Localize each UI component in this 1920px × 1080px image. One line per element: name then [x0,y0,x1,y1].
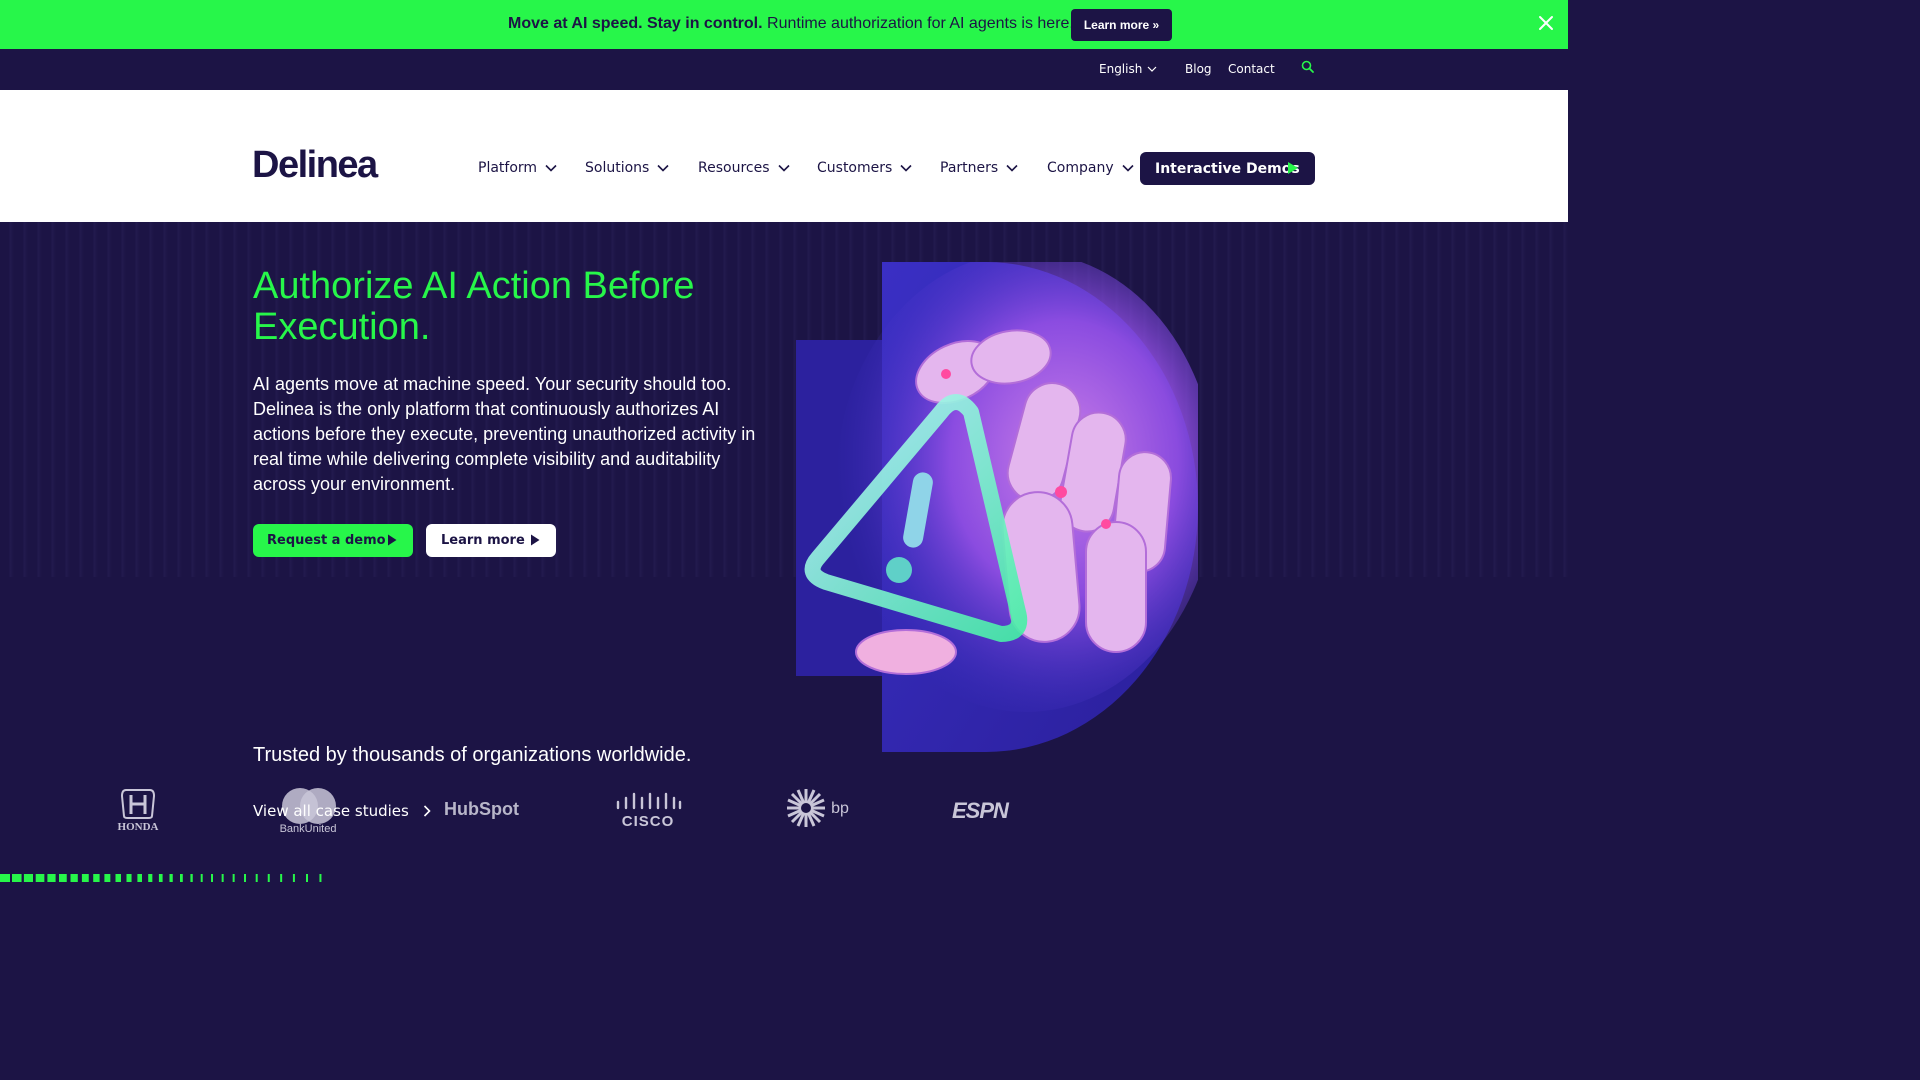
progress-segment [255,874,258,882]
nav-resources[interactable]: Resources [698,160,790,176]
case-studies-label: View all case studies [253,802,409,820]
progress-segment [35,874,45,882]
nav-label: Company [1047,160,1114,176]
play-icon [1288,162,1298,174]
search-icon[interactable] [1300,59,1316,75]
chevron-down-icon [545,164,557,172]
bp-logo: bp [787,789,849,827]
interactive-demos-label: Interactive Demos [1155,160,1300,177]
nav-platform[interactable]: Platform [478,160,557,176]
request-demo-label: Request a demo [267,533,386,548]
svg-text:bp: bp [831,800,849,817]
progress-segment [115,874,121,882]
svg-text:CISCO: CISCO [622,813,675,828]
progress-segment [244,874,246,882]
hero-section: Authorize AI Action Before Execution. AI… [0,222,1568,882]
progress-segment [280,874,283,882]
contact-link[interactable]: Contact [1228,62,1275,76]
progress-segment [47,874,56,882]
honda-logo: HONDA [118,789,159,832]
nav-company[interactable]: Company [1047,160,1134,176]
nav-label: Customers [817,160,893,176]
chevron-down-icon [900,164,912,172]
interactive-demos-button[interactable]: Interactive Demos [1140,152,1315,185]
progress-segment [200,874,203,882]
language-selector[interactable]: English [1099,62,1142,76]
progress-segment [126,874,132,882]
trusted-heading: Trusted by thousands of organizations wo… [253,744,692,766]
nav-solutions[interactable]: Solutions [585,160,669,176]
nav-customers[interactable]: Customers [817,160,912,176]
chevron-down-icon [1122,164,1134,172]
hero-background-pattern [0,222,1568,577]
progress-segment [232,874,235,882]
progress-segment [319,874,322,882]
progress-segment [23,874,33,882]
announcement-bold-text: Move at AI speed. Stay in control. [508,15,763,32]
main-header: Delinea Platform Solutions Resources Cus… [0,90,1568,222]
progress-segment [93,874,100,882]
nav-label: Solutions [585,160,650,176]
nav-partners[interactable]: Partners [940,160,1018,176]
espn-logo: ESPN [952,798,1009,823]
chevron-down-icon [777,164,790,172]
close-icon[interactable] [1536,13,1556,33]
progress-segment [169,874,173,882]
progress-segment [70,874,78,882]
nav-label: Platform [478,160,538,176]
progress-segment [306,874,308,882]
play-icon [531,534,540,546]
progress-segment [59,874,67,882]
chevron-down-icon [657,164,669,172]
hero-title: Authorize AI Action Before Execution. [253,265,695,348]
svg-text:HONDA: HONDA [118,821,159,832]
nav-label: Partners [940,160,999,176]
progress-segment [158,874,163,882]
progress-segment [211,874,213,882]
nav-label: Resources [698,160,770,176]
svg-text:BankUnited: BankUnited [280,823,337,834]
progress-segment [81,874,89,882]
learn-more-label: Learn more [441,533,525,548]
progress-segment [180,874,183,882]
play-icon [388,534,397,546]
announcement-message: Move at AI speed. Stay in control. Runti… [508,15,1074,33]
chevron-right-icon [423,805,431,817]
announcement-bar: Move at AI speed. Stay in control. Runti… [0,0,1568,49]
chevron-down-icon[interactable] [1146,64,1158,74]
blog-link[interactable]: Blog [1185,62,1212,76]
utility-nav: English Blog Contact [0,49,1568,90]
delinea-logo[interactable]: Delinea [252,146,378,184]
learn-more-button[interactable]: Learn more [426,524,556,557]
cisco-logo: CISCO [616,792,682,828]
hubspot-logo: HubSpot [444,799,519,819]
progress-segment [12,874,22,882]
progress-segment [0,874,10,882]
carousel-progress-indicator [0,874,322,882]
progress-segment [148,874,153,882]
announcement-learn-more-button[interactable]: Learn more » [1071,9,1172,41]
progress-segment [221,874,224,882]
progress-segment [104,874,111,882]
progress-segment [267,874,270,882]
progress-segment [137,874,142,882]
request-demo-button[interactable]: Request a demo [253,524,413,557]
chevron-down-icon [1006,164,1018,172]
progress-segment [190,874,193,882]
hero-illustration [796,262,1198,752]
view-case-studies-link[interactable]: View all case studies [253,802,431,820]
hero-description: AI agents move at machine speed. Your se… [253,374,756,494]
announcement-text: Runtime authorization for AI agents is h… [767,15,1074,32]
progress-segment [292,874,295,882]
